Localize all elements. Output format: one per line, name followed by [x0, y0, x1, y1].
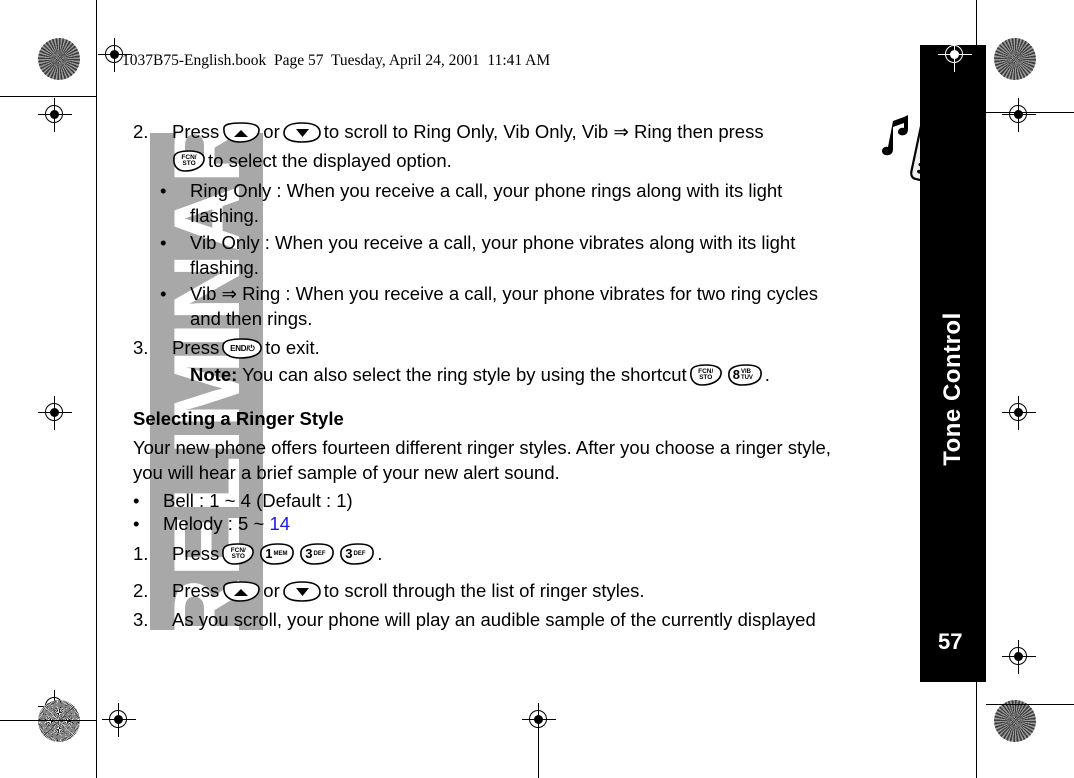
bullet3-line1: Vib ⇒ Ring : When you receive a call, yo…: [190, 283, 819, 304]
registration-rosette-bottom-right: [994, 700, 1036, 742]
s2-scroll-up-key-icon: [221, 581, 261, 602]
music-note-icon: [882, 115, 908, 156]
s2-scroll-down-key-icon: [282, 581, 322, 602]
registration-crosshair-right-middle: [1002, 396, 1036, 430]
intro-paragraph-line1: Your new phone offers fourteen different…: [133, 437, 831, 458]
step3-press-label: Press: [172, 337, 220, 358]
step2-press-label: Press: [172, 121, 220, 142]
trim-line-right-vertical: [976, 0, 978, 45]
s1-fcn-sto-key-icon: FCN/ STO: [221, 543, 255, 565]
note-fcn-sto-key-icon: FCN/ STO: [689, 364, 723, 386]
bullet2-line1: Vib Only : When you receive a call, your…: [190, 232, 796, 253]
step2-select-text: to select the displayed option.: [208, 150, 452, 171]
note-period: .: [764, 364, 770, 385]
bullet2-line2: flashing.: [190, 257, 259, 278]
s2-instruction-text: to scroll through the list of ringer sty…: [323, 580, 645, 601]
registration-rosette-top-right: [994, 38, 1036, 80]
bullet-marker-melody: •: [133, 513, 140, 534]
step2-instruction-text: to scroll to Ring Only, Vib Only, Vib ⇒ …: [323, 121, 764, 142]
bullet-marker-2: •: [160, 232, 167, 253]
bullet1-line1: Ring Only : When you receive a call, you…: [190, 180, 783, 201]
fcn-sto-key-icon: FCN/ STO: [172, 150, 206, 172]
bullet3-line2: and then rings.: [190, 308, 313, 329]
s2-line: Press or to scroll through the list of r…: [172, 580, 645, 603]
registration-crosshair-right-upper: [1002, 98, 1036, 132]
digit-3-key-icon-first: 3 DEF: [299, 543, 335, 565]
list-number-s2: 2.: [133, 580, 149, 601]
page-content: PRELIMINARY 2. Press or to scroll to Rin…: [0, 0, 920, 778]
bullet-marker-bell: •: [133, 490, 140, 511]
registration-crosshair-on-black-top: [938, 38, 972, 72]
melody-max-value: 14: [269, 513, 291, 534]
digit-8-key-icon: 8 VIB TUV: [727, 364, 763, 386]
trim-line-right-vertical-lower: [976, 682, 978, 778]
step3-exit-text: to exit.: [265, 337, 320, 358]
scroll-up-key-icon: [221, 122, 261, 143]
note-text: You can also select the ring style by us…: [242, 364, 687, 385]
digit-1-key-icon: 1 MEM: [259, 543, 295, 565]
bell-range-line: Bell : 1 ~ 4 (Default : 1): [163, 490, 353, 511]
bullet-marker-3: •: [160, 283, 167, 304]
list-number-s3: 3.: [133, 609, 149, 630]
intro-paragraph-line2: you will hear a brief sample of your new…: [133, 462, 560, 483]
s3-line: As you scroll, your phone will play an a…: [172, 609, 816, 630]
end-power-key-icon: END/⏻: [221, 338, 263, 359]
s2-press-label: Press: [172, 580, 220, 601]
section-heading: Selecting a Ringer Style: [133, 408, 344, 429]
chapter-tab-label: Tone Control: [939, 312, 966, 466]
text-layer: 2. Press or to scroll to Ring Only, Vib …: [0, 0, 920, 778]
step2-or-label: or: [263, 121, 280, 142]
scroll-down-key-icon: [282, 122, 322, 143]
list-number-step2: 2.: [133, 121, 149, 142]
melody-range-line: Melody : 5 ~ 14: [163, 513, 290, 536]
bullet1-line2: flashing.: [190, 205, 259, 226]
registration-crosshair-on-black-bottom: [938, 703, 972, 737]
s1-period: .: [377, 543, 383, 564]
step3-line: Press END/⏻ to exit.: [172, 337, 320, 360]
bullet-marker-1: •: [160, 180, 167, 201]
step2-line2: FCN/ STO to select the displayed option.: [170, 150, 452, 173]
chapter-tab-sidebar: Tone Control 57: [920, 45, 986, 682]
trim-line-right-horizontal-lower: [986, 704, 1074, 706]
list-number-step3: 3.: [133, 337, 149, 358]
list-number-s1: 1.: [133, 543, 149, 564]
digit-3-key-icon-second: 3 DEF: [339, 543, 375, 565]
melody-label: Melody : 5 ~: [163, 513, 270, 534]
s2-or-label: or: [263, 580, 280, 601]
page-number: 57: [938, 629, 963, 654]
registration-crosshair-right-lower: [1002, 640, 1036, 674]
trim-line-right-horizontal: [986, 112, 1074, 114]
s1-press-label: Press: [172, 543, 220, 564]
step2-line1: Press or to scroll to Ring Only, Vib Onl…: [172, 121, 764, 144]
s1-keysequence-line: Press FCN/ STO 1 MEM 3 DEF 3 DEF .: [172, 543, 382, 566]
document-page: 1037B75-English.book Page 57 Tuesday, Ap…: [0, 0, 1074, 778]
note-line: Note: You can also select the ring style…: [190, 364, 770, 387]
note-label: Note:: [190, 364, 238, 385]
